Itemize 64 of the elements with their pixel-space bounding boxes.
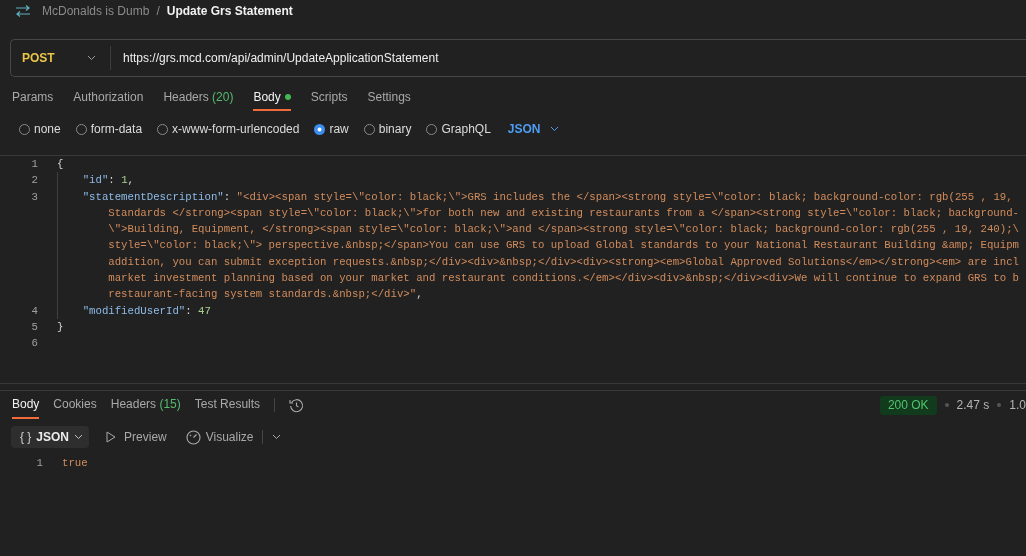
code-line: { xyxy=(57,157,64,172)
line-number: 4 xyxy=(31,304,38,317)
line-number: 5 xyxy=(31,320,38,333)
body-type-option[interactable]: x-www-form-urlencoded xyxy=(157,122,300,136)
request-name: Update Grs Statement xyxy=(166,4,293,18)
code-line: restaurant-facing system standards.&nbsp;</div>", xyxy=(108,287,423,303)
line-number: 6 xyxy=(31,337,38,350)
collection-name[interactable]: McDonalds is Dumb xyxy=(42,4,150,18)
radio-icon[interactable] xyxy=(19,123,30,135)
chevron-down-icon xyxy=(549,126,559,132)
gauge-icon xyxy=(185,429,201,445)
code-line: "id": 1, xyxy=(82,173,134,189)
code-line: Standards </strong><span style=\"color: black;\">for both new and existing restaurants from a </span><strong style=\"color: black; background- xyxy=(108,205,1019,221)
response-tab[interactable]: Cookies xyxy=(53,391,97,419)
braces-icon: { } xyxy=(20,430,32,444)
radio-icon[interactable] xyxy=(426,123,438,135)
play-icon xyxy=(106,431,117,443)
request-tab[interactable]: Settings xyxy=(367,85,411,111)
body-type-option[interactable]: GraphQL xyxy=(426,122,491,136)
radio-icon[interactable] xyxy=(363,123,375,135)
code-line: true xyxy=(62,456,88,471)
radio-icon[interactable] xyxy=(75,123,87,135)
response-size: 1.0 xyxy=(1009,398,1026,412)
dot-icon xyxy=(997,403,1002,407)
body-type-option[interactable]: form-data xyxy=(75,122,143,136)
status-badge: 200 OK xyxy=(879,395,937,415)
code-line: "statementDescription": "<div><span style=\"color: black;\">GRS includes the </span><strong style=\"color: black; background-color: rgb(255 , 19, xyxy=(82,189,1013,205)
breadcrumb-separator: / xyxy=(156,4,160,18)
history-icon[interactable] xyxy=(289,397,305,413)
request-tab[interactable]: Params xyxy=(12,85,54,111)
body-type-option[interactable]: raw xyxy=(314,122,349,136)
chevron-down-icon[interactable] xyxy=(271,434,281,440)
request-tab[interactable]: Body xyxy=(253,85,291,111)
format-dropdown[interactable]: JSON xyxy=(507,122,559,136)
line-number: 1 xyxy=(31,158,38,170)
response-tab[interactable]: Body xyxy=(12,391,40,419)
arrows-icon xyxy=(15,4,31,18)
chevron-down-icon xyxy=(74,434,84,440)
body-type-option[interactable]: binary xyxy=(363,122,412,136)
chevron-down-icon xyxy=(87,55,96,61)
code-line: style=\"color: black;\"> perspective.&nbsp;</span>You can use GRS to upload Global standards to your National Restaurant Building &amp; Equipm xyxy=(108,238,1019,254)
body-type-option[interactable]: none xyxy=(19,122,61,136)
radio-icon[interactable] xyxy=(157,123,169,135)
code-line: market investment planning based on your market and restaurant conditions.</em></div><div>&nbsp;</div><div>We will continue to expand GRS to b xyxy=(108,271,1019,287)
line-number: 3 xyxy=(31,190,38,203)
code-line: addition, you can submit exception requests.&nbsp;</div><div>&nbsp;</div><div><strong><em>Global Approved Solutions</em></strong><em> are incl xyxy=(108,254,1019,270)
response-time: 2.47 s xyxy=(956,398,990,412)
request-tab[interactable]: Authorization xyxy=(73,85,144,111)
preview-button[interactable]: Preview xyxy=(106,430,167,444)
dot-icon xyxy=(944,403,949,407)
code-line: "modifiedUserId": 47 xyxy=(82,303,211,319)
response-tab[interactable]: Test Results xyxy=(194,391,261,419)
line-number: 2 xyxy=(31,174,38,187)
visualize-button[interactable]: Visualize xyxy=(185,429,254,445)
url-field[interactable]: https://grs.mcd.com/api/admin/UpdateApplicationStatement xyxy=(111,40,1026,76)
format-dropdown[interactable]: { } JSON xyxy=(11,426,90,448)
line-number: 1 xyxy=(36,457,43,469)
code-line: \">Building, Equipment, </strong><span style=\"color: black;\">and </span><strong style=\"color: black; background-color: rgb(255 , 19, 240);\ xyxy=(108,222,1019,238)
request-tab[interactable]: Headers (20) xyxy=(163,85,234,111)
request-tab[interactable]: Scripts xyxy=(310,85,348,111)
code-line: } xyxy=(57,319,64,335)
response-tab[interactable]: Headers (15) xyxy=(110,391,181,419)
method-dropdown[interactable]: POST xyxy=(11,46,111,70)
radio-icon[interactable] xyxy=(314,123,326,135)
